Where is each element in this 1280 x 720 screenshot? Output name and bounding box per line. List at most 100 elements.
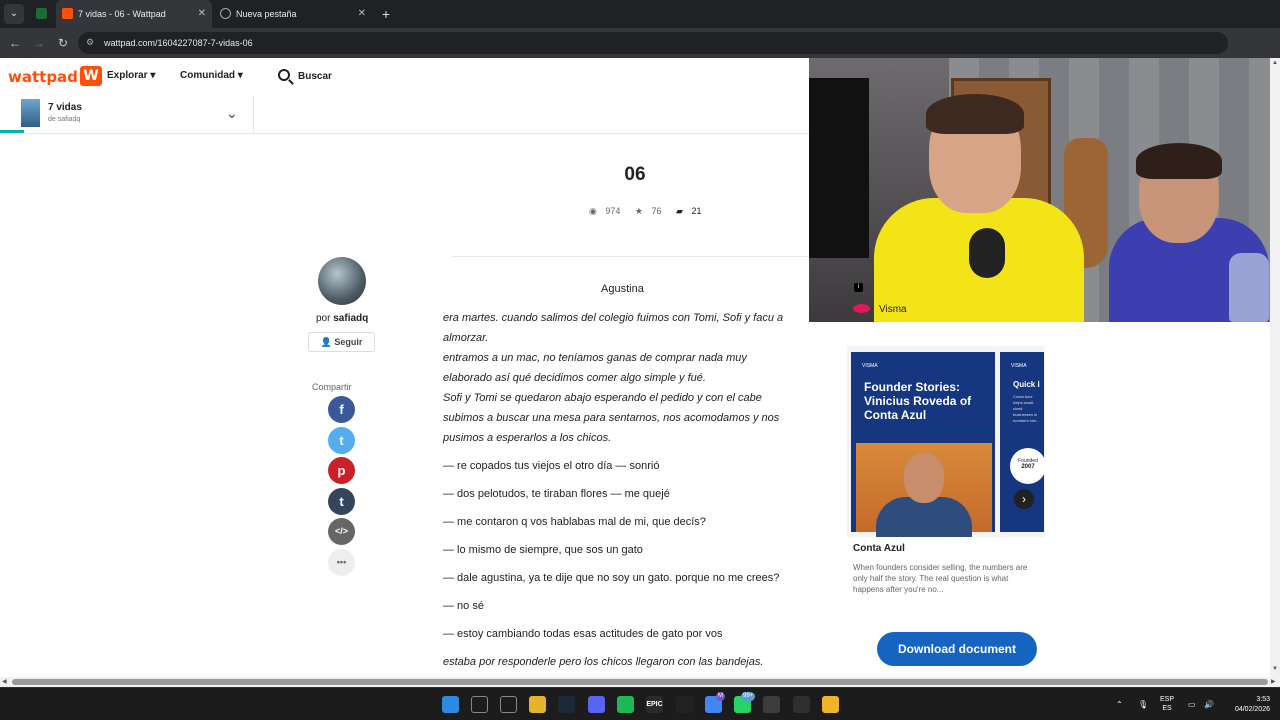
story-line: — dos pelotudos, te tiraban flores — me … [443,488,670,500]
input-language[interactable]: ESP ES [1160,695,1174,713]
network-icon[interactable]: ▭ [1188,688,1196,720]
forward-button[interactable]: → [30,34,48,52]
microphone-icon[interactable]: 🎙 [1138,688,1148,720]
new-tab-button[interactable]: + [376,4,396,24]
spotify-icon[interactable] [617,696,634,713]
twitter-icon: t [339,433,344,448]
story-line: — re copados tus viejos el otro día — so… [443,460,660,472]
chapter-stats: ◉ 974 ★ 76 ▰ 21 [589,206,714,217]
chevron-right-icon[interactable]: › [1014,489,1034,509]
wattpad-logo[interactable]: wattpad W [8,66,102,88]
clock[interactable]: 3:53 04/02/2026 [1226,695,1270,715]
story-line: entramos a un mac, no teníamos ganas de … [443,352,747,364]
address-bar[interactable]: ⚙ wattpad.com/1604227087-7-vidas-06 [78,32,1228,54]
scroll-right-icon[interactable]: ▶ [1271,678,1276,685]
nav-comunidad[interactable]: Comunidad ▾ [180,70,243,81]
tray-chevron-up-icon[interactable]: ⌃ [1116,688,1123,720]
download-document-button[interactable]: Download document [877,632,1037,666]
webcam-overlay [809,58,1280,322]
story-line: — estoy cambiando todas esas actitudes d… [443,628,723,640]
twitter-share-button[interactable]: t [328,427,355,454]
tab-search-button[interactable]: ⌄ [4,4,24,24]
embed-icon: </> [334,526,348,536]
divider [253,96,254,133]
search-button[interactable]: Buscar [278,66,332,88]
scroll-down-icon[interactable]: ▼ [1271,666,1279,674]
scrollbar-thumb[interactable] [12,679,1268,685]
follow-label: Seguir [334,337,363,347]
more-icon: ••• [336,557,347,567]
facebook-share-button[interactable]: f [328,396,355,423]
close-icon[interactable]: ✕ [198,0,206,28]
clock-time: 3:53 [1256,696,1270,703]
by-label: por [316,313,331,324]
close-icon[interactable]: ✕ [358,0,366,28]
story-line: estaba por responderle pero los chicos l… [443,656,764,668]
tumblr-share-button[interactable]: t [328,488,355,515]
story-bar[interactable]: 7 vidas de safiadq ⌄ [0,96,809,134]
discord-icon[interactable] [588,696,605,713]
file-explorer-icon[interactable] [529,696,546,713]
chrome-alt-icon[interactable] [822,696,839,713]
snipping-tool-icon[interactable] [763,696,780,713]
tumblr-icon: t [339,494,344,509]
story-paragraph: — me contaron q vos hablabas mal de mi, … [443,512,706,532]
ad-card-body: Conta Azul helps small-sized businesses … [1013,394,1040,423]
obs-icon[interactable] [793,696,810,713]
epic-games-icon[interactable]: EPIC [646,696,663,713]
reload-button[interactable]: ↻ [54,34,72,52]
avatar[interactable] [318,257,366,305]
ad-carousel[interactable]: VISMA Founder Stories: Vinicius Roveda o… [847,346,1045,537]
share-label: Compartir [312,382,352,392]
ad-card-founded-badge: Founded 2007 [1010,448,1045,484]
site-info-icon[interactable]: ⚙ [86,37,97,48]
page: wattpad W Explorar ▾ Comunidad ▾ Buscar 7… [0,58,1280,677]
story-line: subimos a buscar una mesa para sentarnos… [443,412,780,424]
windows-start-icon[interactable] [442,696,459,713]
task-view-icon[interactable] [500,696,517,713]
story-paragraph: — lo mismo de siempre, que sos un gato [443,540,643,560]
webcam-hair [1136,143,1222,179]
ad-info-icon[interactable]: i [854,283,863,292]
url-text: wattpad.com/1604227087-7-vidas-06 [104,38,253,48]
tab-title: 7 vidas - 06 - Wattpad [78,9,166,19]
vertical-scrollbar[interactable]: ▲ ▼ [1270,58,1280,678]
capcut-icon[interactable] [676,696,693,713]
ad-company[interactable]: Conta Azul [853,543,905,554]
tab-wattpad[interactable]: 7 vidas - 06 - Wattpad ✕ [56,0,212,28]
tab-new[interactable]: Nueva pestaña ✕ [214,0,372,28]
ad-brand[interactable]: Visma [853,304,907,315]
ad-card[interactable]: VISMA Founder Stories: Vinicius Roveda o… [851,352,995,537]
photo-person-body [876,497,972,537]
embed-share-button[interactable]: </> [328,518,355,545]
comments-count: 21 [691,206,702,216]
wattpad-favicon-icon [62,8,73,19]
pinterest-share-button[interactable]: p [328,457,355,484]
section-heading: Agustina [601,283,644,295]
tab-pinned[interactable] [28,0,54,28]
story-paragraph: estaba por responderle pero los chicos l… [443,652,763,672]
chevron-down-icon[interactable]: ⌄ [226,106,240,120]
comments-stat[interactable]: ▰ 21 [676,206,707,216]
views-stat: ◉ 974 [589,206,626,216]
nav-explorar[interactable]: Explorar ▾ [107,70,155,81]
search-icon[interactable] [471,696,488,713]
story-line: pusimos a esperarlos a los chicos. [443,432,612,444]
volume-icon[interactable]: 🔊 [1204,688,1214,720]
ad-card-headline: Quick I [1013,380,1040,389]
back-button[interactable]: ← [6,34,24,52]
votes-stat: ★ 76 [635,206,668,216]
scroll-left-icon[interactable]: ◀ [2,678,7,685]
scroll-up-icon[interactable]: ▲ [1271,60,1279,68]
author-name[interactable]: safiadq [333,313,368,324]
follow-button[interactable]: 👤 Seguir [308,332,375,352]
story-cover [21,99,40,127]
horizontal-scrollbar[interactable]: ◀ ▶ [0,677,1280,687]
chapter-title: 06 [624,164,646,185]
steam-icon[interactable] [558,696,575,713]
screen: ⌄ 7 vidas - 06 - Wattpad ✕ Nueva pestaña… [0,0,1280,720]
divider [452,256,808,257]
more-share-button[interactable]: ••• [328,549,355,576]
pinned-app-icon [36,8,47,19]
wattpad-mark-icon: W [79,66,102,86]
